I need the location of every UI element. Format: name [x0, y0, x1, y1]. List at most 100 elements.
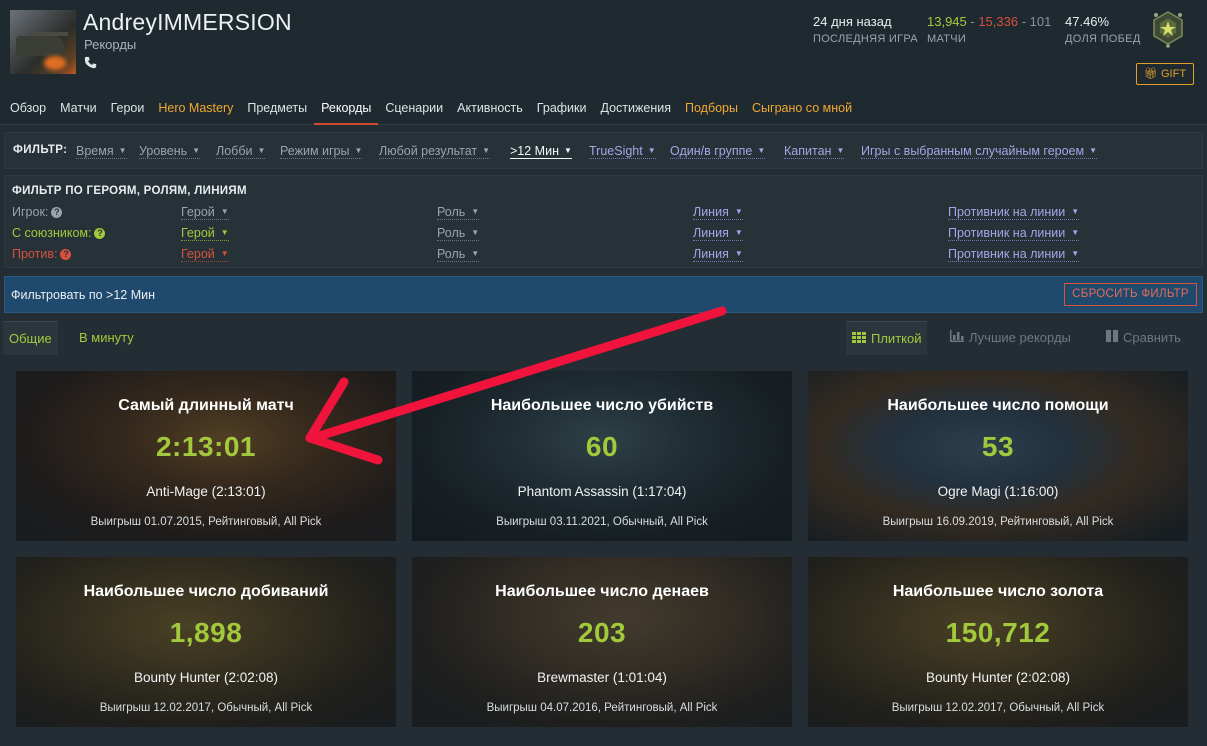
tab-scenarios[interactable]: Сценарии [378, 94, 450, 125]
record-card[interactable]: Наибольшее число убийств 60 Phantom Assa… [412, 371, 792, 541]
record-hero[interactable]: Brewmaster (1:01:04) [412, 670, 792, 685]
record-card[interactable]: Самый длинный матч 2:13:01 Anti-Mage (2:… [16, 371, 396, 541]
caret-down-icon: ▼ [1089, 146, 1098, 155]
caret-down-icon: ▼ [257, 146, 266, 155]
applied-filter-text: Фильтровать по >12 Мин [11, 288, 156, 302]
abandons-count: 101 [1029, 14, 1052, 29]
player-role-select[interactable]: Роль ▼ [437, 205, 480, 220]
tab-activity[interactable]: Активность [450, 94, 530, 125]
view-tiles-label: Плиткой [871, 331, 922, 346]
record-hero[interactable]: Anti-Mage (2:13:01) [16, 484, 396, 499]
against-role-select[interactable]: Роль ▼ [437, 247, 480, 262]
filter-party[interactable]: Один/в группе ▼ [670, 144, 766, 159]
caret-down-icon: ▼ [836, 146, 845, 155]
filter-level[interactable]: Уровень ▼ [139, 144, 201, 159]
tab-played-with-me[interactable]: Сыграно со мной [745, 94, 859, 125]
avatar[interactable] [10, 10, 76, 74]
against-hero-select[interactable]: Герой ▼ [181, 247, 229, 262]
caret-down-icon: ▼ [192, 146, 201, 155]
best-records-button[interactable]: Лучшие рекорды [944, 321, 1077, 355]
record-hero[interactable]: Phantom Assassin (1:17:04) [412, 484, 792, 499]
wins-count: 13,945 [927, 14, 967, 29]
ally-lane-select[interactable]: Линия ▼ [693, 226, 743, 241]
record-meta: Выигрыш 01.07.2015, Рейтинговый, All Pic… [90, 516, 322, 528]
applied-filter-bar: Фильтровать по >12 Мин СБРОСИТЬ ФИЛЬТР [4, 276, 1203, 313]
record-card[interactable]: Наибольшее число денаев 203 Brewmaster (… [412, 557, 792, 727]
record-card[interactable]: Наибольшее число добиваний 1,898 Bounty … [16, 557, 396, 727]
record-hero[interactable]: Bounty Hunter (2:02:08) [16, 670, 396, 685]
record-title: Наибольшее число убийств [490, 397, 714, 414]
winrate-label: ДОЛЯ ПОБЕД [1065, 33, 1141, 45]
best-records-label: Лучшие рекорды [969, 330, 1071, 345]
filter-time[interactable]: Время ▼ [76, 144, 127, 159]
record-meta: Выигрыш 12.02.2017, Обычный, All Pick [99, 702, 313, 714]
filter-truesight[interactable]: TrueSight ▼ [589, 144, 656, 159]
tab-heroes[interactable]: Герои [104, 94, 152, 125]
hero-filter-panel: ФИЛЬТР ПО ГЕРОЯМ, РОЛЯМ, ЛИНИЯМ Игрок:? … [4, 175, 1203, 268]
record-value: 60 [585, 431, 619, 462]
tab-per-minute[interactable]: В минуту [73, 321, 140, 355]
last-game-label: ПОСЛЕДНЯЯ ИГРА [813, 33, 918, 45]
record-title: Самый длинный матч [118, 397, 294, 414]
losses-count: 15,336 [978, 14, 1019, 29]
player-hero-select[interactable]: Герой ▼ [181, 205, 229, 220]
tab-achievements[interactable]: Достижения [594, 94, 678, 125]
tab-general[interactable]: Общие [3, 321, 58, 355]
view-tiles-button[interactable]: Плиткой [846, 321, 928, 355]
filter-captain[interactable]: Капитан ▼ [784, 144, 845, 159]
tab-items[interactable]: Предметы [240, 94, 314, 125]
filter-result[interactable]: Любой результат ▼ [379, 144, 491, 159]
records-subtabs: Общие В минуту Плиткой Лучшие рекорды Ср… [0, 321, 1207, 355]
filter-game-mode[interactable]: Режим игры ▼ [280, 144, 363, 159]
gift-label: GIFT [1160, 68, 1187, 80]
tab-graphs[interactable]: Графики [530, 94, 594, 125]
caret-down-icon: ▼ [647, 146, 656, 155]
filter-random-hero[interactable]: Игры с выбранным случайным героем ▼ [861, 144, 1098, 159]
winrate-stat: 47.46% ДОЛЯ ПОБЕД [1065, 14, 1141, 45]
record-title: Наибольшее число добиваний [83, 583, 329, 600]
tab-hero-mastery[interactable]: Hero Mastery [151, 94, 240, 125]
compare-button[interactable]: Сравнить [1100, 321, 1187, 355]
gift-button[interactable]: 🎁︎ GIFT [1136, 63, 1194, 85]
record-value: 2:13:01 [155, 431, 256, 462]
record-title: Наибольшее число денаев [495, 583, 709, 600]
bar-chart-icon [950, 322, 964, 356]
phone-icon[interactable] [84, 56, 98, 70]
player-name[interactable]: AndreyIMMERSION [83, 9, 292, 36]
record-card[interactable]: Наибольшее число помощи 53 Ogre Magi (1:… [808, 371, 1188, 541]
profile-header: AndreyIMMERSION Рекорды 24 дня назад ПОС… [0, 0, 1207, 125]
hero-filter-title: ФИЛЬТР ПО ГЕРОЯМ, РОЛЯМ, ЛИНИЯМ [12, 185, 247, 197]
ally-role-select[interactable]: Роль ▼ [437, 226, 480, 241]
record-value: 1,898 [169, 617, 243, 648]
player-lane-opponent-select[interactable]: Противник на линии ▼ [948, 205, 1080, 220]
reset-filter-button[interactable]: СБРОСИТЬ ФИЛЬТР [1064, 283, 1197, 306]
record-hero[interactable]: Ogre Magi (1:16:00) [808, 484, 1188, 499]
against-lane-opponent-select[interactable]: Противник на линии ▼ [948, 247, 1080, 262]
help-icon[interactable]: ? [60, 249, 72, 260]
record-meta: Выигрыш 03.11.2021, Обычный, All Pick [496, 516, 708, 528]
rank-medal-icon[interactable] [1150, 10, 1186, 48]
tab-overview[interactable]: Обзор [0, 94, 53, 125]
caret-down-icon: ▼ [118, 146, 127, 155]
player-lane-select[interactable]: Линия ▼ [693, 205, 743, 220]
tab-matches[interactable]: Матчи [53, 94, 103, 125]
record-meta: Выигрыш 16.09.2019, Рейтинговый, All Pic… [882, 516, 1114, 528]
tab-records[interactable]: Рекорды [314, 94, 379, 125]
caret-down-icon: ▼ [757, 146, 766, 155]
tab-pickups[interactable]: Подборы [678, 94, 745, 125]
caret-down-icon: ▼ [482, 146, 491, 155]
help-icon[interactable]: ? [51, 207, 63, 218]
profile-tabs: Обзор Матчи Герои Hero Mastery Предметы … [0, 94, 859, 125]
against-lane-select[interactable]: Линия ▼ [693, 247, 743, 262]
ally-lane-opponent-select[interactable]: Противник на линии ▼ [948, 226, 1080, 241]
filter-lobby[interactable]: Лобби ▼ [216, 144, 266, 159]
help-icon[interactable]: ? [94, 228, 106, 239]
record-title: Наибольшее число помощи [887, 397, 1109, 414]
filter-duration[interactable]: >12 Мин ▼ [510, 144, 572, 159]
record-value: 203 [577, 617, 627, 648]
ally-hero-select[interactable]: Герой ▼ [181, 226, 229, 241]
record-card[interactable]: Наибольшее число золота 150,712 Bounty H… [808, 557, 1188, 727]
page-subtitle: Рекорды [84, 37, 137, 52]
filter-bar: ФИЛЬТР: Время ▼ Уровень ▼ Лобби ▼ Режим игр… [4, 132, 1203, 169]
record-hero[interactable]: Bounty Hunter (2:02:08) [808, 670, 1188, 685]
